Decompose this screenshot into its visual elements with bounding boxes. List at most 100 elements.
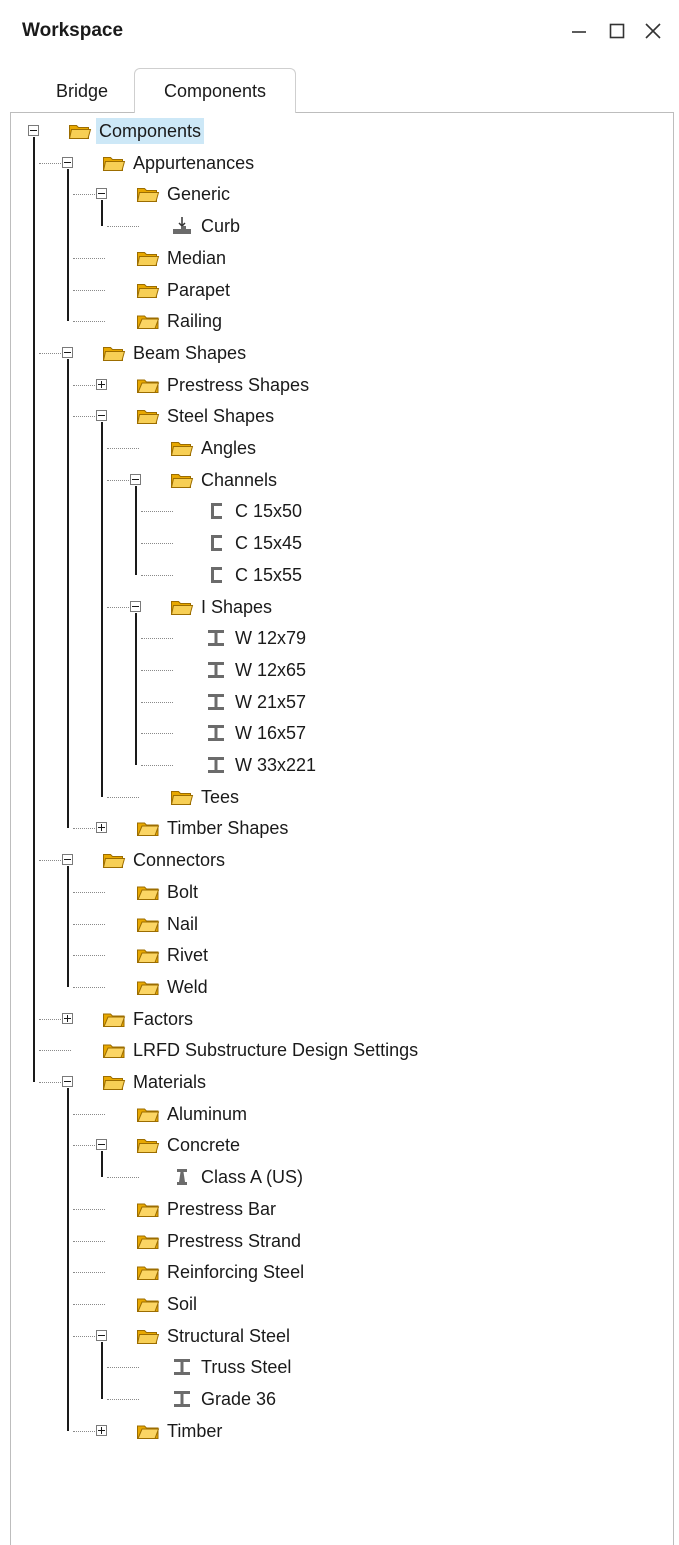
tree-node-timber[interactable]: Timber	[136, 1416, 225, 1446]
tree-node-w-12x79[interactable]: W 12x79	[204, 623, 309, 653]
expand-toggle-icon[interactable]	[96, 378, 107, 390]
folder-closed-icon	[136, 817, 160, 839]
tree-node-c-15x50[interactable]: C 15x50	[204, 496, 305, 526]
folder-open-icon	[136, 405, 160, 427]
folder-open-icon	[170, 596, 194, 618]
tree-node-channels[interactable]: Channels	[170, 465, 280, 495]
maximize-button[interactable]	[602, 14, 632, 48]
tree-node-label: Timber	[167, 1420, 223, 1441]
collapse-toggle-icon[interactable]	[62, 1076, 73, 1087]
collapse-toggle-icon[interactable]	[96, 188, 107, 200]
minimize-button[interactable]	[564, 14, 594, 48]
tree-node-median[interactable]: Median	[136, 243, 229, 273]
tree-node-rivet[interactable]: Rivet	[136, 940, 211, 970]
folder-open-icon	[68, 120, 92, 142]
tree-node-label: C 15x55	[235, 564, 303, 585]
folder-closed-icon	[136, 1293, 160, 1315]
tree-node-angles[interactable]: Angles	[170, 433, 259, 463]
collapse-toggle-icon[interactable]	[28, 125, 39, 136]
tree-node-label: Nail	[167, 913, 199, 934]
folder-closed-icon	[136, 310, 160, 332]
tree-node-c-15x45[interactable]: C 15x45	[204, 528, 305, 558]
collapse-toggle-icon[interactable]	[62, 346, 73, 358]
tree-node-grade-36[interactable]: Grade 36	[170, 1384, 279, 1414]
expand-toggle-icon[interactable]	[62, 1012, 73, 1024]
collapse-toggle-icon[interactable]	[96, 1139, 107, 1151]
folder-open-icon	[136, 1134, 160, 1156]
tree-node-concrete[interactable]: Concrete	[136, 1130, 243, 1160]
folder-open-icon	[102, 152, 126, 174]
tree-node-label: W 21x57	[235, 691, 307, 712]
collapse-toggle-icon[interactable]	[62, 156, 73, 168]
tree-node-truss-steel[interactable]: Truss Steel	[170, 1352, 294, 1382]
maximize-icon	[609, 23, 625, 39]
folder-open-icon	[136, 1325, 160, 1347]
expand-toggle-icon[interactable]	[96, 822, 107, 834]
tree-node-label: Railing	[167, 311, 223, 332]
tree-node-curb[interactable]: Curb	[170, 211, 243, 241]
collapse-toggle-icon[interactable]	[62, 854, 73, 866]
tree-node-aluminum[interactable]: Aluminum	[136, 1099, 250, 1129]
tree-node-appurtenances[interactable]: Appurtenances	[102, 148, 257, 178]
tree-node-w-16x57[interactable]: W 16x57	[204, 718, 309, 748]
tree-node-soil[interactable]: Soil	[136, 1289, 200, 1319]
folder-closed-icon	[136, 1103, 160, 1125]
folder-closed-icon	[136, 944, 160, 966]
tree-node-reinforcing-steel[interactable]: Reinforcing Steel	[136, 1257, 307, 1287]
collapse-toggle-icon[interactable]	[130, 600, 141, 612]
folder-closed-icon	[136, 374, 160, 396]
tree-node-nail[interactable]: Nail	[136, 909, 201, 939]
folder-closed-icon	[136, 1230, 160, 1252]
channel-shape-icon	[204, 532, 228, 554]
tree-node-label: Structural Steel	[167, 1325, 291, 1346]
tree-node-connectors[interactable]: Connectors	[102, 845, 228, 875]
tree-node-timber-shapes[interactable]: Timber Shapes	[136, 813, 291, 843]
tree-node-components[interactable]: Components	[68, 116, 205, 146]
window-title: Workspace	[22, 20, 124, 41]
tree-node-bolt[interactable]: Bolt	[136, 877, 201, 907]
expand-toggle-icon[interactable]	[96, 1424, 107, 1436]
tree-node-lrfd-substructure-design-settings[interactable]: LRFD Substructure Design Settings	[102, 1035, 421, 1065]
i-beam-icon	[204, 659, 228, 681]
tree-node-label: Prestress Shapes	[167, 374, 310, 395]
tree-node-class-a-us[interactable]: Class A (US)	[170, 1162, 306, 1192]
tree-node-label: Prestress Bar	[167, 1198, 277, 1219]
tree-node-c-15x55[interactable]: C 15x55	[204, 560, 305, 590]
tree-node-prestress-strand[interactable]: Prestress Strand	[136, 1226, 304, 1256]
tree-node-prestress-shapes[interactable]: Prestress Shapes	[136, 370, 312, 400]
folder-open-icon	[102, 1071, 126, 1093]
tree-node-steel-shapes[interactable]: Steel Shapes	[136, 401, 277, 431]
tree-node-w-33x221[interactable]: W 33x221	[204, 750, 319, 780]
tab-strip: Bridge Components	[0, 64, 679, 113]
tree-node-i-shapes[interactable]: I Shapes	[170, 592, 275, 622]
collapse-toggle-icon[interactable]	[130, 473, 141, 485]
tree-node-structural-steel[interactable]: Structural Steel	[136, 1321, 293, 1351]
tree-node-railing[interactable]: Railing	[136, 306, 225, 336]
tree-node-label: W 16x57	[235, 723, 307, 744]
tree-node-tees[interactable]: Tees	[170, 782, 242, 812]
collapse-toggle-icon[interactable]	[96, 1329, 107, 1341]
tree-node-factors[interactable]: Factors	[102, 1004, 196, 1034]
tree-node-label: Generic	[167, 184, 231, 205]
tree-node-label: Truss Steel	[201, 1357, 292, 1378]
folder-closed-icon	[136, 913, 160, 935]
tree-node-parapet[interactable]: Parapet	[136, 275, 233, 305]
tree-node-weld[interactable]: Weld	[136, 972, 211, 1002]
tree-node-prestress-bar[interactable]: Prestress Bar	[136, 1194, 279, 1224]
curb-icon	[170, 215, 194, 237]
folder-closed-icon	[102, 1008, 126, 1030]
tab-bridge[interactable]: Bridge	[30, 70, 134, 112]
collapse-toggle-icon[interactable]	[96, 410, 107, 422]
tree-node-label: Steel Shapes	[167, 406, 275, 427]
tree-node-w-21x57[interactable]: W 21x57	[204, 687, 309, 717]
tree-node-w-12x65[interactable]: W 12x65	[204, 655, 309, 685]
tree-node-beam-shapes[interactable]: Beam Shapes	[102, 338, 249, 368]
tree-node-materials[interactable]: Materials	[102, 1067, 209, 1097]
close-button[interactable]	[638, 14, 668, 48]
tree-node-generic[interactable]: Generic	[136, 179, 233, 209]
tree-node-label: Appurtenances	[133, 152, 255, 173]
tab-components[interactable]: Components	[134, 68, 296, 113]
i-beam-icon	[204, 722, 228, 744]
tree-node-label: Reinforcing Steel	[167, 1262, 305, 1283]
tree-node-label: Median	[167, 247, 227, 268]
